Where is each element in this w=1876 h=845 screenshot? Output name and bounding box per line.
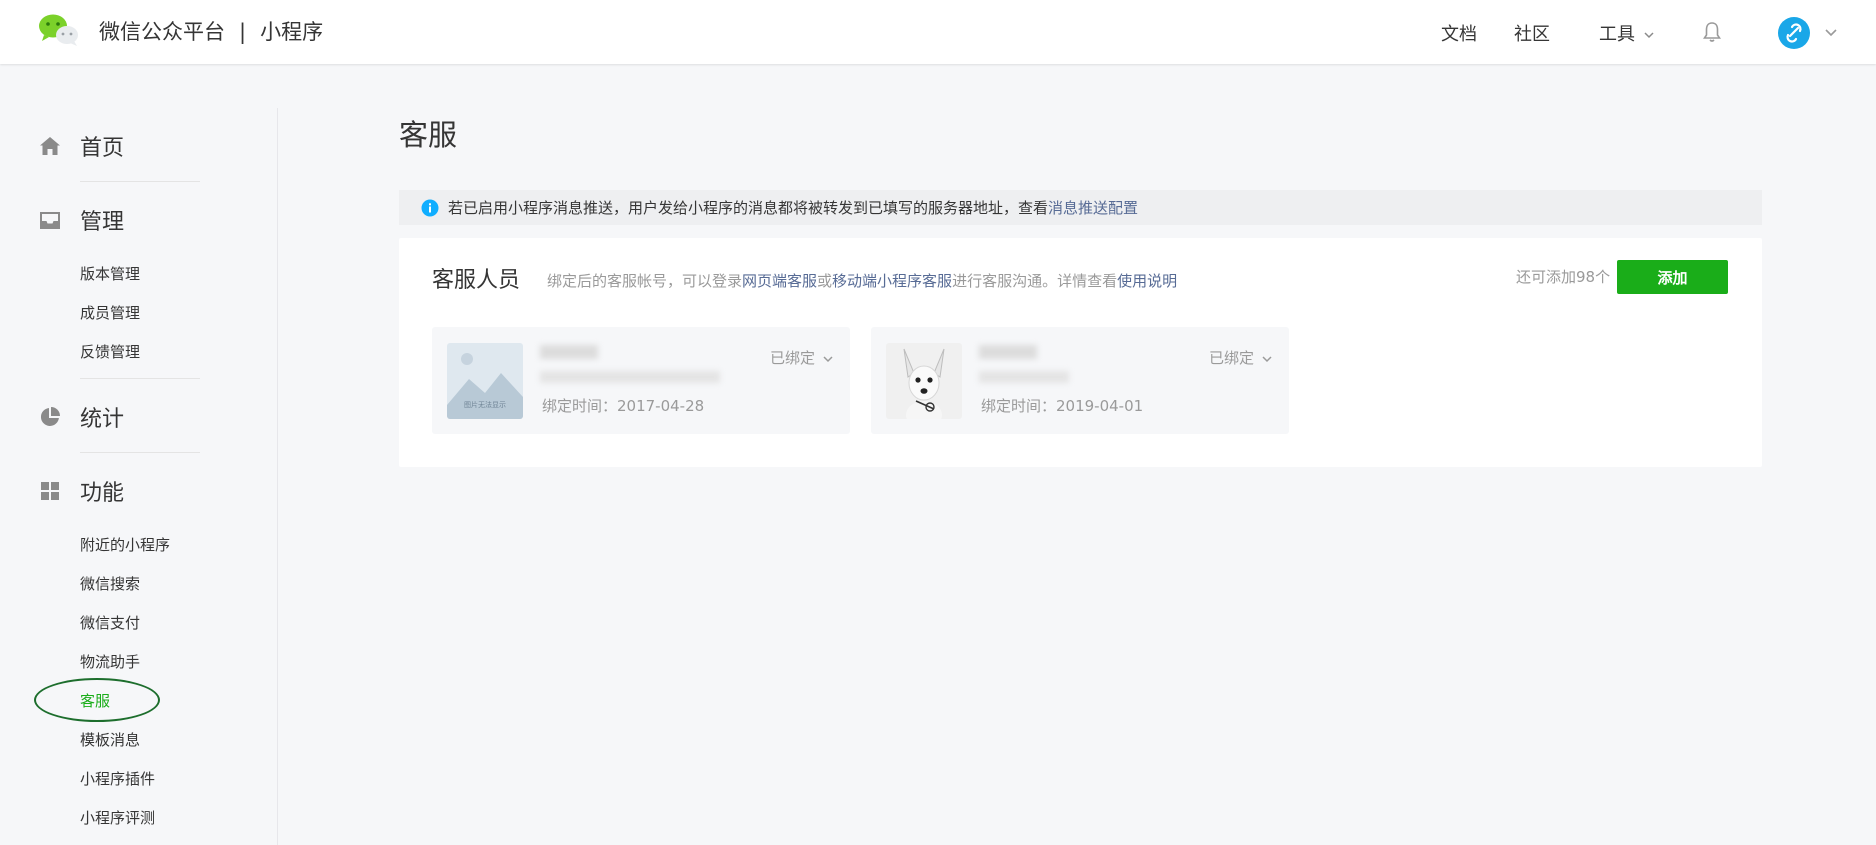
agent-avatar: 图片无法显示: [447, 343, 523, 419]
sidebar-section-label: 功能: [80, 481, 125, 506]
highlight-annotation-oval: [34, 678, 160, 722]
add-button[interactable]: 添加: [1617, 260, 1728, 294]
push-config-link[interactable]: 消息推送配置: [1048, 197, 1138, 218]
agent-status-dropdown[interactable]: 已绑定: [1209, 347, 1273, 368]
agent-name-blurred: [540, 345, 598, 359]
chevron-down-icon[interactable]: [1823, 25, 1839, 39]
nav-tools-label: 工具: [1599, 24, 1635, 45]
desc-text: 进行客服沟通。详情查看: [952, 272, 1118, 290]
sidebar-item-label: 首页: [80, 136, 125, 161]
sidebar-divider: [80, 378, 200, 379]
sidebar: 首页 管理 版本管理 成员管理 反馈管理 统计 功能 附近的小程序 微信搜索 微…: [0, 108, 278, 845]
sidebar-section-label: 管理: [80, 210, 125, 235]
bell-icon[interactable]: [1700, 20, 1724, 44]
top-header: 微信公众平台 | 小程序 文档 社区 工具: [0, 0, 1876, 64]
sidebar-item-version[interactable]: 版本管理: [80, 263, 140, 284]
agent-status-label: 已绑定: [770, 349, 816, 367]
dog-avatar-icon: [886, 343, 962, 419]
agent-avatar: [886, 343, 962, 419]
sidebar-item-members[interactable]: 成员管理: [80, 302, 140, 323]
sidebar-item-home[interactable]: 首页: [38, 131, 238, 161]
sidebar-item-stats[interactable]: 统计: [38, 402, 238, 432]
link-icon: [1786, 23, 1802, 43]
info-icon: [421, 199, 439, 216]
chevron-down-icon: [1644, 32, 1654, 39]
sidebar-item-label: 统计: [80, 407, 125, 432]
desc-text: 或: [817, 272, 833, 290]
sidebar-item-pay[interactable]: 微信支付: [80, 612, 140, 633]
sidebar-divider: [80, 452, 200, 453]
chevron-down-icon: [1262, 355, 1272, 362]
customer-service-card: 客服人员 绑定后的客服帐号，可以登录网页端客服或移动端小程序客服进行客服沟通。详…: [399, 238, 1762, 467]
user-avatar[interactable]: [1778, 17, 1810, 49]
card-title: 客服人员: [432, 268, 521, 293]
sidebar-item-search[interactable]: 微信搜索: [80, 573, 140, 594]
web-service-link[interactable]: 网页端客服: [742, 272, 817, 290]
page-title: 客服: [399, 118, 458, 152]
sidebar-item-feedback[interactable]: 反馈管理: [80, 341, 140, 362]
pie-chart-icon: [40, 407, 60, 426]
usage-guide-link[interactable]: 使用说明: [1117, 272, 1177, 290]
agent-name-blurred: [979, 345, 1037, 359]
agent-status-dropdown[interactable]: 已绑定: [770, 347, 834, 368]
agent-card: 绑定时间：2019-04-01 已绑定: [871, 327, 1289, 434]
avatar-placeholder-text: 图片无法显示: [464, 400, 506, 409]
inbox-icon: [40, 212, 60, 229]
card-description: 绑定后的客服帐号，可以登录网页端客服或移动端小程序客服进行客服沟通。详情查看使用…: [547, 270, 1177, 291]
wechat-logo-icon[interactable]: [38, 13, 80, 47]
agent-status-label: 已绑定: [1209, 349, 1255, 367]
sidebar-section-features[interactable]: 功能: [38, 476, 238, 506]
desc-text: 绑定后的客服帐号，可以登录: [547, 272, 743, 290]
sidebar-item-plugins[interactable]: 小程序插件: [80, 768, 155, 789]
brand-separator: |: [239, 20, 247, 44]
notice-text: 若已启用小程序消息推送，用户发给小程序的消息都将被转发到已填写的服务器地址，查看: [448, 199, 1049, 217]
agent-bind-time: 绑定时间：2017-04-28: [542, 397, 705, 415]
chevron-down-icon: [823, 355, 833, 362]
brand-product: 小程序: [260, 20, 324, 44]
sidebar-item-logistics[interactable]: 物流助手: [80, 651, 140, 672]
nav-tools[interactable]: 工具: [1599, 20, 1655, 46]
notice-bar: 若已启用小程序消息推送，用户发给小程序的消息都将被转发到已填写的服务器地址，查看…: [399, 190, 1762, 225]
image-placeholder-icon: 图片无法显示: [447, 343, 523, 419]
agent-account-blurred: [979, 371, 1069, 383]
agent-account-blurred: [540, 371, 720, 383]
remaining-count: 还可添加98个: [1516, 268, 1611, 286]
sidebar-item-nearby[interactable]: 附近的小程序: [80, 534, 170, 555]
agent-bind-time: 绑定时间：2019-04-01: [981, 397, 1144, 415]
sidebar-section-manage[interactable]: 管理: [38, 205, 238, 235]
grid-icon: [41, 482, 59, 500]
brand-name: 微信公众平台: [99, 20, 225, 44]
nav-community[interactable]: 社区: [1514, 20, 1550, 46]
sidebar-divider: [80, 181, 200, 182]
home-icon: [40, 137, 60, 155]
sidebar-item-evaluation[interactable]: 小程序评测: [80, 807, 155, 828]
nav-docs[interactable]: 文档: [1441, 20, 1477, 46]
agent-card: 图片无法显示 绑定时间：2017-04-28 已绑定: [432, 327, 850, 434]
brand-title[interactable]: 微信公众平台 | 小程序: [99, 16, 323, 46]
sidebar-item-template-msg[interactable]: 模板消息: [80, 729, 140, 750]
mobile-service-link[interactable]: 移动端小程序客服: [832, 272, 952, 290]
